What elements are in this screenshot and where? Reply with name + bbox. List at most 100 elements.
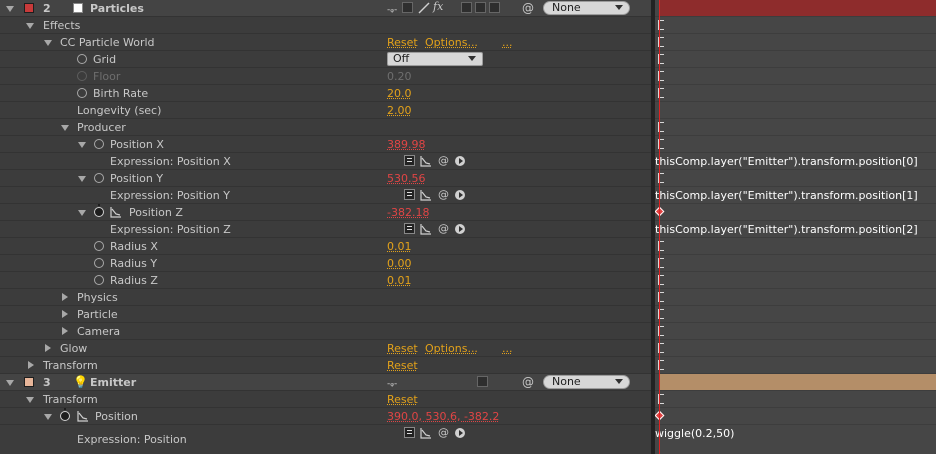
grid-dropdown[interactable]: Off [387,52,483,66]
particle-group-row[interactable]: Particle [0,306,651,323]
stopwatch-icon[interactable] [77,88,87,98]
transform-group-row[interactable]: Transform Reset [0,357,651,374]
transform-group-row[interactable]: Transform Reset [0,391,651,408]
expand-layer-triangle[interactable] [6,380,14,386]
expand-triangle[interactable] [44,40,52,46]
position-z-value[interactable]: -382.18 [387,205,429,220]
expand-layer-triangle[interactable] [6,6,14,12]
expression-language-menu-icon[interactable] [455,224,465,234]
radius-y-value[interactable]: 0.00 [387,256,412,271]
reset-link[interactable]: Reset [387,341,418,356]
expression-language-menu-icon[interactable] [455,156,465,166]
expand-triangle[interactable] [44,414,52,420]
adjustment-switch-icon[interactable] [489,2,500,13]
parent-dropdown[interactable]: None [543,375,630,389]
expression-text-row[interactable]: thisComp.layer("Emitter").transform.posi… [655,187,936,204]
label-color-swatch[interactable] [24,377,34,387]
layer-duration-bar-emitter[interactable] [655,374,936,391]
graph-editor-icon[interactable] [420,155,432,167]
pickwhip-icon[interactable]: @ [438,189,449,200]
expression-text-position[interactable]: wiggle(0.2,50) [655,426,734,441]
layer-name[interactable]: Particles [90,1,144,16]
birth-rate-value[interactable]: 20.0 [387,86,412,101]
reset-link[interactable]: Reset [387,392,418,407]
shy-switch-icon[interactable]: -ᵩ- [387,377,397,392]
reset-link[interactable]: Reset [387,358,418,373]
current-time-indicator[interactable] [659,0,660,454]
stopwatch-icon[interactable] [60,408,70,421]
layer-duration-bar-particles[interactable] [655,0,936,17]
pickwhip-icon[interactable]: @ [438,223,449,234]
layer-row-emitter[interactable]: 3 💡 Emitter -ᵩ- @ None [0,374,651,391]
layer-bar[interactable] [660,374,936,390]
graph-editor-icon[interactable] [420,427,432,439]
camera-group-row[interactable]: Camera [0,323,651,340]
expression-language-menu-icon[interactable] [455,190,465,200]
expand-triangle[interactable] [78,210,86,216]
parent-pickwhip-icon[interactable]: @ [522,1,534,15]
expand-triangle[interactable] [78,176,86,182]
pickwhip-icon[interactable]: @ [438,427,449,438]
graph-editor-icon[interactable] [420,223,432,235]
position-x-value[interactable]: 389.98 [387,137,426,152]
expand-triangle[interactable] [62,327,68,335]
longevity-value[interactable]: 2.00 [387,103,412,118]
expand-triangle[interactable] [61,125,69,131]
expression-language-menu-icon[interactable] [455,428,465,438]
layer-row-particles[interactable]: 2 Particles -ᵩ- fx @ None [0,0,651,17]
quality-switch-icon[interactable] [418,2,430,14]
graph-editor-icon[interactable] [420,189,432,201]
label-color-swatch[interactable] [24,3,34,13]
producer-group-row[interactable]: Producer [0,119,651,136]
expression-text-row[interactable]: thisComp.layer("Emitter").transform.posi… [655,221,936,238]
parent-dropdown[interactable]: None [543,1,630,15]
position-y-value[interactable]: 530.56 [387,171,426,186]
expand-triangle[interactable] [26,397,34,403]
options-link[interactable]: Options... [425,341,478,356]
frame-blend-switch-icon[interactable] [461,2,472,13]
motion-blur-switch-icon[interactable] [475,2,486,13]
radius-x-value[interactable]: 0.01 [387,239,412,254]
expand-triangle[interactable] [26,23,34,29]
stopwatch-icon[interactable] [94,258,104,268]
graph-editor-icon[interactable] [110,206,122,218]
layer-name[interactable]: Emitter [90,375,136,390]
expression-text-position-z[interactable]: thisComp.layer("Emitter").transform.posi… [655,222,918,237]
expression-text-position-y[interactable]: thisComp.layer("Emitter").transform.posi… [655,188,918,203]
more-link[interactable]: ... [502,35,513,50]
expression-enable-icon[interactable] [404,155,415,166]
expand-triangle[interactable] [62,310,68,318]
parent-pickwhip-icon[interactable]: @ [522,375,534,389]
effects-group-row[interactable]: Effects [0,17,651,34]
effects-switch-icon[interactable]: fx [433,0,443,13]
shy-switch-icon[interactable]: -ᵩ- [387,3,397,18]
reset-link[interactable]: Reset [387,35,418,50]
collapse-switch-icon[interactable] [402,2,413,13]
expand-triangle[interactable] [28,361,34,369]
motion-blur-switch-icon[interactable] [477,376,488,387]
layer-bar[interactable] [660,0,936,16]
effect-glow-row[interactable]: Glow Reset Options... ... [0,340,651,357]
timeline-graph-area[interactable]: thisComp.layer("Emitter").transform.posi… [655,0,936,454]
stopwatch-icon[interactable] [94,173,104,183]
stopwatch-icon[interactable] [94,204,104,217]
position-value[interactable]: 390.0, 530.6, -382.2 [387,409,499,424]
expression-enable-icon[interactable] [404,427,415,438]
expression-text-row[interactable]: wiggle(0.2,50) [655,425,936,454]
expand-triangle[interactable] [78,142,86,148]
stopwatch-icon[interactable] [94,275,104,285]
stopwatch-icon[interactable] [94,241,104,251]
physics-group-row[interactable]: Physics [0,289,651,306]
pickwhip-icon[interactable]: @ [438,155,449,166]
expand-triangle[interactable] [62,293,68,301]
options-link[interactable]: Options... [425,35,478,50]
effect-cc-particle-world-row[interactable]: CC Particle World Reset Options... ... [0,34,651,51]
expression-text-position-x[interactable]: thisComp.layer("Emitter").transform.posi… [655,154,918,169]
expand-triangle[interactable] [45,344,51,352]
more-link[interactable]: ... [502,341,513,356]
graph-editor-icon[interactable] [77,410,89,422]
radius-z-value[interactable]: 0.01 [387,273,412,288]
expression-enable-icon[interactable] [404,223,415,234]
stopwatch-icon[interactable] [77,54,87,64]
expression-enable-icon[interactable] [404,189,415,200]
